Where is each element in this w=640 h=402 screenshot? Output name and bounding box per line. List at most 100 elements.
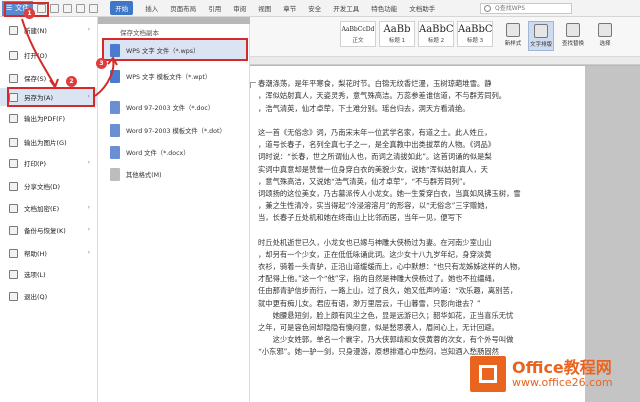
chevron-right-icon: › (87, 249, 90, 256)
document-line[interactable]: 衣衫，骑着一头青驴，正沿山道缓缓而上，心中默想：“也只有龙姊姊这样的人物， (250, 261, 585, 273)
document-line[interactable]: 时丘处机逝世已久，小龙女也已嫁与神雕大侠杨过为妻。在河南少室山山 (250, 237, 585, 249)
document-line[interactable] (250, 115, 585, 127)
menu-item-print[interactable]: 打印(P) › (0, 154, 98, 172)
wps-template-icon (110, 69, 120, 83)
step-badge-1: 1 (24, 8, 35, 19)
menu-item-export-image[interactable]: 输出为图片(G) (0, 133, 98, 151)
horizontal-ruler[interactable] (250, 57, 640, 65)
save-as-wpt[interactable]: WPS 文字 模板文件（*.wpt） (102, 65, 246, 87)
document-line[interactable]: 之年，可是容色间却隐隐有懊闷意，似是愁思袭人，眉间心上，无计回避。 (250, 322, 585, 334)
document-line[interactable]: 这一首《无俗念》词，乃南宋末年一位武学名家，有道之士。此人姓丘， (250, 127, 585, 139)
save-as-doc[interactable]: Word 97-2003 文件（*.doc） (102, 96, 246, 118)
lock-icon (9, 203, 18, 213)
menu-item-options[interactable]: 选项(L) (0, 265, 98, 283)
style-heading-3[interactable]: AaBbC 标题 3 (457, 21, 493, 47)
menu-item-save[interactable]: 保存(S) (0, 69, 98, 87)
style-normal[interactable]: AaBbCcDd 正文 (340, 21, 376, 47)
select-icon (598, 23, 612, 37)
text-layout-icon (534, 24, 548, 38)
file-menu: 新建(N) › 打开(O) 保存(S) 另存为(A) › 输出为PDF(F) 输出为… (0, 17, 98, 402)
text-layout-button[interactable]: 文字排版 (528, 21, 554, 51)
menu-item-export-pdf[interactable]: 输出为PDF(F) (0, 109, 98, 127)
select-button[interactable]: 选择 (592, 21, 618, 51)
new-style-icon (506, 23, 520, 37)
menu-item-share[interactable]: 分享文档(D) (0, 177, 98, 195)
document-line[interactable]: 实词中真意却是赞誉一位身穿白衣的美貌少女，说她“浑似姑射真人，天 (250, 164, 585, 176)
exit-icon (9, 291, 18, 301)
find-replace-button[interactable]: 查找替换 (560, 21, 586, 51)
search-placeholder: Q查找WPS (495, 5, 526, 12)
undo-icon[interactable] (76, 3, 86, 13)
document-line[interactable]: ，兼之生性清冷，实当得起“冷浸溶溶月”的形容，以“无俗念”三字赠她， (250, 200, 585, 212)
document-line[interactable]: 词颂扬的这位美女，乃古墓派传人小龙女。她一生爱穿白衣，当真如风拂玉树，雪 (250, 188, 585, 200)
tab-view[interactable]: 视图 (258, 3, 271, 13)
document-line[interactable]: ，意气殊高洁，又说她“浩气清英，仙才卓荦”，“不与群芳同列”。 (250, 176, 585, 188)
document-line[interactable] (250, 66, 585, 78)
tab-references[interactable]: 引用 (208, 3, 221, 13)
menu-item-new[interactable]: 新建(N) › (0, 21, 98, 39)
document-line[interactable]: 春潮涤荡，是年平寒食，梨花时节。白锦无纹香烂漫，玉树琼葩堆雪。静 (250, 78, 585, 90)
style-heading-2[interactable]: AaBbC 标题 2 (418, 21, 454, 47)
document-line[interactable]: ，却另有一个少女，正在低低咏诵此词。这少女十八九岁年纪，身穿淡黄 (250, 249, 585, 261)
document-line[interactable]: ，道号长春子，名列全真七子之一，是全真教中出类拔萃的人物。《词品》 (250, 139, 585, 151)
backup-icon (9, 225, 18, 235)
chevron-right-icon: › (87, 204, 90, 211)
tab-developer[interactable]: 开发工具 (333, 3, 359, 13)
menu-item-help[interactable]: 帮助(H) › (0, 244, 98, 262)
style-heading-1[interactable]: AaBb 标题 1 (379, 21, 415, 47)
step-badge-2: 2 (66, 76, 77, 87)
document-line[interactable]: 任由那青驴信步而行，一路上山，过了良久，她又低声吟道：“欢乐趣，离别苦， (250, 285, 585, 297)
word-docx-icon (110, 145, 120, 159)
tab-review[interactable]: 审阅 (233, 3, 246, 13)
document-line[interactable]: 当，长春子丘处机和她在终南山上比邻而居，当年一见，便写下 (250, 212, 585, 224)
menu-item-backup[interactable]: 备份与恢复(K) › (0, 221, 98, 239)
tab-doc-assistant[interactable]: 文档助手 (409, 3, 435, 13)
tab-features[interactable]: 特色功能 (371, 3, 397, 13)
margin-marker (250, 82, 256, 88)
document-line[interactable]: 才配得上他。”这一个“他”字，指的自然是神雕大侠杨过了。她也不拉缰绳， (250, 273, 585, 285)
title-bar: ☰ 文件 开始 插入 页面布局 引用 审阅 视图 章节 安全 开发工具 特色功能… (0, 0, 640, 17)
document-line[interactable]: ，浑似姑射真人，天姿灵秀，意气殊高洁。万蕊参差谁信道，不与群芳同列。 (250, 90, 585, 102)
save-as-dot[interactable]: Word 97-2003 模板文件（*.dot） (102, 119, 246, 141)
gear-icon (9, 269, 18, 279)
document-line[interactable]: 词时说：“长春，世之所谓仙人也，而词之清拔如此”。这首词诵的似是梨 (250, 151, 585, 163)
menu-item-open[interactable]: 打开(O) (0, 46, 98, 64)
save-icon[interactable] (50, 3, 60, 13)
tab-page-layout[interactable]: 页面布局 (170, 3, 196, 13)
menu-item-encrypt[interactable]: 文档加密(E) › (0, 199, 98, 217)
new-style-button[interactable]: 新样式 (500, 21, 526, 51)
folder-icon (9, 50, 18, 60)
tab-security[interactable]: 安全 (308, 3, 321, 13)
document-line[interactable]: 就中更有痴儿女。君应有语，渺万里层云，千山暮雪，只影向谁去？” (250, 298, 585, 310)
document-line[interactable]: ，浩气清英，仙才卓荦，下土难分别。瑶台归去，洞天方看清绝。 (250, 103, 585, 115)
redo-icon[interactable] (89, 3, 99, 13)
document-line[interactable] (250, 224, 585, 236)
menu-item-exit[interactable]: 退出(Q) (0, 287, 98, 305)
save-icon (9, 73, 18, 83)
office-logo-icon (470, 356, 506, 392)
share-icon (9, 181, 18, 191)
step-badge-3: 3 (96, 58, 107, 69)
tab-home[interactable]: 开始 (110, 1, 134, 15)
document-line[interactable]: 这少女姓郭，单名一个襄字，乃大侠郭靖和女侠黄蓉的次女，有个外号叫做 (250, 334, 585, 346)
chevron-right-icon: › (87, 26, 90, 33)
image-icon (9, 137, 18, 147)
printer-icon (9, 158, 18, 168)
new-icon (9, 25, 18, 35)
tab-section[interactable]: 章节 (283, 3, 296, 13)
save-as-other[interactable]: 其他格式(M) (102, 163, 246, 185)
document-body[interactable]: 春潮涤荡，是年平寒食，梨花时节。白锦无纹香烂漫，玉树琼葩堆雪。静 ，浑似姑射真人，… (250, 66, 585, 359)
pdf-icon (9, 113, 18, 123)
save-as-docx[interactable]: Word 文件（*.docx） (102, 141, 246, 163)
watermark-brand: Office教程网 (512, 358, 612, 377)
save-as-submenu: 保存文档副本 WPS 文字 文件（*.wps） WPS 文字 模板文件（*.wp… (98, 24, 250, 402)
document-line[interactable]: 她腰悬短剑，脸上颇有风尘之色，显是远游已久；韶华如花，正当喜乐无忧 (250, 310, 585, 322)
help-icon (9, 248, 18, 258)
print-icon[interactable] (63, 3, 73, 13)
ribbon-home: AaBbCcDd 正文 AaBb 标题 1 AaBbC 标题 2 AaBbC 标题 3 … (250, 17, 640, 57)
search-input[interactable]: Q查找WPS (480, 3, 572, 14)
wps-format-highlight (102, 38, 248, 61)
save-as-highlight (7, 87, 95, 107)
site-watermark: Office教程网 www.office26.com (470, 350, 640, 398)
tab-insert[interactable]: 插入 (145, 3, 158, 13)
